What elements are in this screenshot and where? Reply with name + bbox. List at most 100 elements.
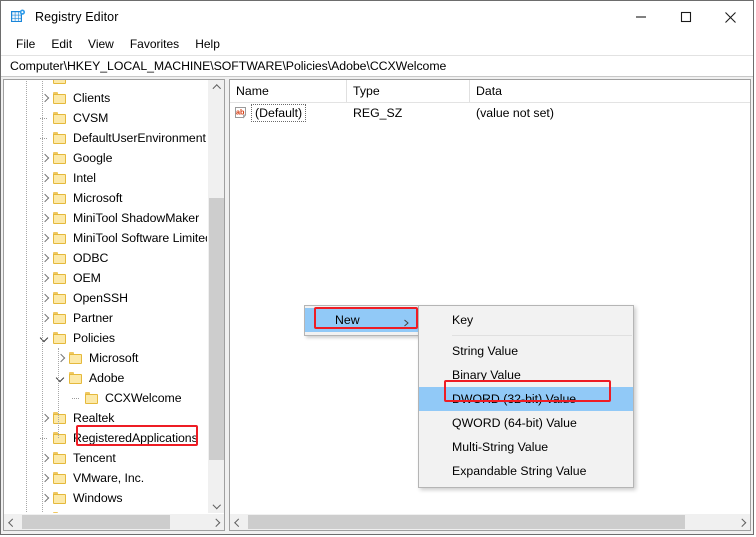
chevron-right-icon[interactable] bbox=[36, 208, 52, 228]
folder-icon bbox=[52, 331, 68, 345]
tree-guide-line bbox=[42, 80, 43, 513]
tree-item-label: DefaultUserEnvironment bbox=[73, 131, 206, 145]
folder-icon bbox=[52, 131, 68, 145]
table-row[interactable]: ab (Default) REG_SZ (value not set) bbox=[230, 103, 750, 123]
chevron-down-icon[interactable] bbox=[36, 328, 52, 348]
context-menu-item-new[interactable]: New bbox=[305, 308, 418, 332]
context-menu-item-new-label: New bbox=[335, 313, 360, 327]
submenu-item-binary-value[interactable]: Binary Value bbox=[419, 363, 633, 387]
values-horizontal-scrollbar[interactable] bbox=[230, 513, 750, 530]
context-menu: New bbox=[304, 305, 419, 336]
folder-icon bbox=[52, 151, 68, 165]
tree-item-oem[interactable]: OEM bbox=[4, 268, 207, 288]
submenu-item-dword-32bit-value[interactable]: DWORD (32-bit) Value bbox=[419, 387, 633, 411]
tree-item-microsoft[interactable]: Microsoft bbox=[4, 188, 207, 208]
tree-vertical-scroll-thumb[interactable] bbox=[209, 198, 224, 460]
chevron-right-icon[interactable] bbox=[36, 448, 52, 468]
folder-icon bbox=[52, 411, 68, 425]
menu-view[interactable]: View bbox=[80, 35, 122, 54]
chevron-right-icon[interactable] bbox=[36, 288, 52, 308]
tree-item-registeredapplications[interactable]: RegisteredApplications bbox=[4, 428, 207, 448]
submenu-item-multi-string-value[interactable]: Multi-String Value bbox=[419, 435, 633, 459]
chevron-right-icon[interactable] bbox=[36, 268, 52, 288]
folder-icon bbox=[52, 471, 68, 485]
tree-scroll-up-button[interactable] bbox=[208, 80, 224, 97]
chevron-right-icon[interactable] bbox=[36, 88, 52, 108]
close-button[interactable] bbox=[708, 1, 753, 33]
chevron-right-icon[interactable] bbox=[36, 408, 52, 428]
folder-icon bbox=[52, 231, 68, 245]
value-name-cell[interactable]: ab (Default) bbox=[230, 104, 347, 122]
tree-item-minitool-shadowmaker[interactable]: MiniTool ShadowMaker bbox=[4, 208, 207, 228]
column-header-type[interactable]: Type bbox=[347, 80, 470, 102]
minimize-button[interactable] bbox=[618, 1, 663, 33]
chevron-right-icon[interactable] bbox=[52, 348, 68, 368]
chevron-right-icon[interactable] bbox=[36, 468, 52, 488]
title-bar: Registry Editor bbox=[1, 1, 753, 33]
tree-item-label: OEM bbox=[73, 271, 101, 285]
values-column-headers: Name Type Data bbox=[230, 80, 750, 103]
menu-edit[interactable]: Edit bbox=[43, 35, 80, 54]
folder-icon bbox=[52, 80, 68, 85]
registry-tree-pane: Clients CVSM DefaultUserEnvironment Google I… bbox=[3, 79, 225, 531]
tree-item-windows[interactable]: Windows bbox=[4, 488, 207, 508]
submenu-item-key[interactable]: Key bbox=[419, 308, 633, 332]
submenu-item-expandable-string-value[interactable]: Expandable String Value bbox=[419, 459, 633, 483]
value-name-label: (Default) bbox=[251, 104, 307, 122]
submenu-item-qword-64bit-value[interactable]: QWORD (64-bit) Value bbox=[419, 411, 633, 435]
tree-item-partner[interactable]: Partner bbox=[4, 308, 207, 328]
tree-item-policies[interactable]: Policies bbox=[4, 328, 207, 348]
folder-icon bbox=[52, 311, 68, 325]
tree-scroll-left-button[interactable] bbox=[4, 514, 21, 530]
tree-item-google[interactable]: Google bbox=[4, 148, 207, 168]
tree-item-clients[interactable]: Clients bbox=[4, 88, 207, 108]
tree-vertical-scrollbar[interactable] bbox=[207, 80, 224, 513]
tree-scroll-down-button[interactable] bbox=[208, 496, 224, 513]
values-horizontal-scroll-thumb[interactable] bbox=[248, 515, 685, 529]
tree-horizontal-scrollbar[interactable] bbox=[4, 513, 224, 530]
tree-item-microsoft[interactable]: Microsoft bbox=[4, 348, 207, 368]
chevron-right-icon[interactable] bbox=[36, 188, 52, 208]
tree-item-adobe[interactable]: Adobe bbox=[4, 368, 207, 388]
tree-item-intel[interactable]: Intel bbox=[4, 168, 207, 188]
chevron-right-icon[interactable] bbox=[36, 168, 52, 188]
registry-editor-window: Registry Editor File Edit View Favorites… bbox=[0, 0, 754, 535]
tree-item-openssh[interactable]: OpenSSH bbox=[4, 288, 207, 308]
chevron-right-icon[interactable] bbox=[36, 248, 52, 268]
menu-favorites[interactable]: Favorites bbox=[122, 35, 187, 54]
folder-icon bbox=[52, 291, 68, 305]
registry-editor-icon bbox=[10, 9, 26, 25]
chevron-right-icon[interactable] bbox=[36, 148, 52, 168]
tree-item-ccxwelcome[interactable]: CCXWelcome bbox=[4, 388, 207, 408]
submenu-item-string-value[interactable]: String Value bbox=[419, 339, 633, 363]
maximize-button[interactable] bbox=[663, 1, 708, 33]
chevron-right-icon[interactable] bbox=[36, 308, 52, 328]
tree-item-vmware-inc[interactable]: VMware, Inc. bbox=[4, 468, 207, 488]
tree-item-partial[interactable] bbox=[4, 80, 207, 88]
column-header-data[interactable]: Data bbox=[470, 80, 750, 102]
chevron-right-icon[interactable] bbox=[36, 228, 52, 248]
tree-horizontal-scroll-thumb[interactable] bbox=[22, 515, 170, 529]
tree-item-realtek[interactable]: Realtek bbox=[4, 408, 207, 428]
tree-item-label: Policies bbox=[73, 331, 115, 345]
chevron-down-icon[interactable] bbox=[52, 368, 68, 388]
tree-item-tencent[interactable]: Tencent bbox=[4, 448, 207, 468]
values-scroll-left-button[interactable] bbox=[230, 514, 247, 530]
column-header-name[interactable]: Name bbox=[230, 80, 347, 102]
address-bar[interactable]: Computer\HKEY_LOCAL_MACHINE\SOFTWARE\Pol… bbox=[1, 55, 753, 77]
tree-item-defaultuserenvironment[interactable]: DefaultUserEnvironment bbox=[4, 128, 207, 148]
tree-item-odbc[interactable]: ODBC bbox=[4, 248, 207, 268]
tree-item-cvsm[interactable]: CVSM bbox=[4, 108, 207, 128]
menu-file[interactable]: File bbox=[8, 35, 43, 54]
tree-item-minitool-software-limited[interactable]: MiniTool Software Limited bbox=[4, 228, 207, 248]
tree-scroll-right-button[interactable] bbox=[207, 514, 224, 530]
values-scroll-right-button[interactable] bbox=[733, 514, 750, 530]
chevron-right-icon[interactable] bbox=[36, 488, 52, 508]
menu-help[interactable]: Help bbox=[187, 35, 228, 54]
